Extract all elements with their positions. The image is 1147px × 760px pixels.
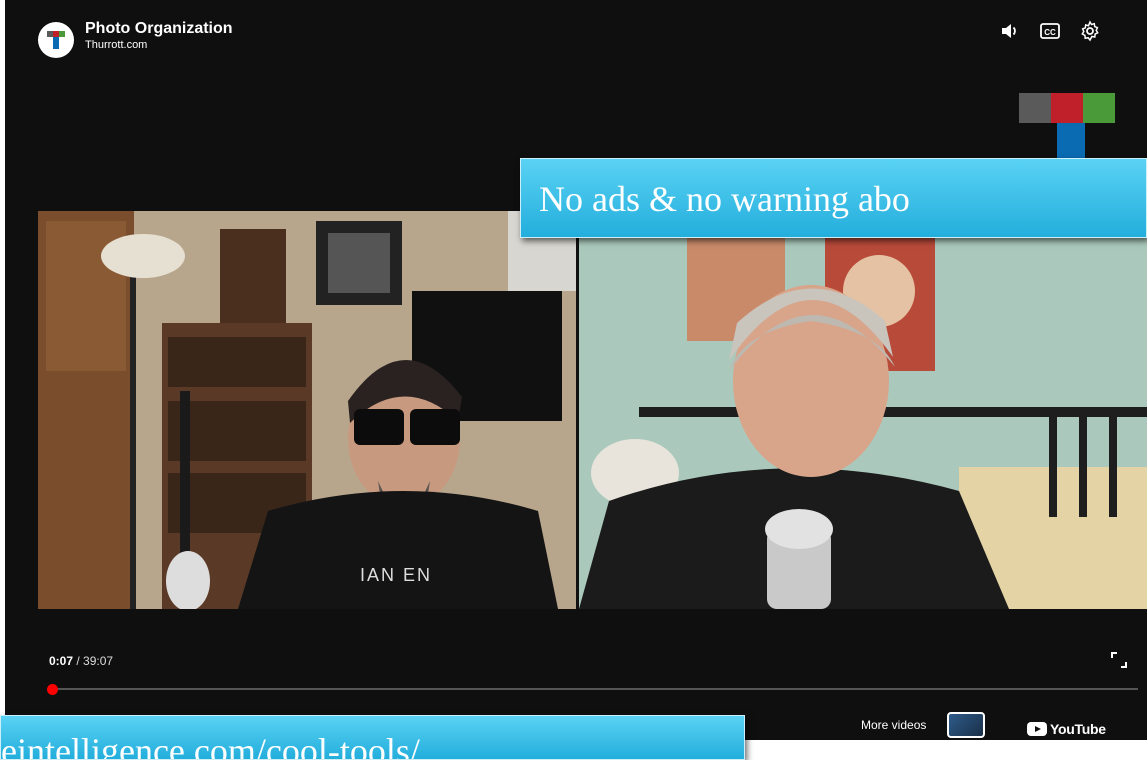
overlay-callout-bottom: eintelligence.com/cool-tools/ [0, 715, 745, 760]
volume-icon[interactable] [999, 20, 1021, 42]
video-frame[interactable]: IAN EN [38, 211, 1147, 609]
channel-name[interactable]: Thurrott.com [85, 39, 147, 51]
channel-avatar[interactable] [38, 22, 74, 58]
shirt-text: IAN EN [360, 565, 433, 585]
fullscreen-icon[interactable] [1109, 650, 1129, 670]
youtube-play-icon [1027, 721, 1047, 736]
participant-left: IAN EN [38, 211, 576, 609]
current-time: 0:07 [49, 654, 74, 668]
youtube-logo[interactable]: YouTube [1027, 720, 1106, 738]
more-videos-label[interactable]: More videos [861, 718, 926, 732]
video-player[interactable]: Photo Organization Thurrott.com CC IAN E… [5, 0, 1147, 740]
time-readout: 0:07 / 39:07 [49, 654, 113, 668]
duration: 39:07 [83, 654, 114, 668]
logo-stem [1057, 123, 1085, 159]
participant-right [579, 211, 1147, 609]
svg-text:CC: CC [1044, 28, 1056, 37]
logo-green-block [1083, 93, 1115, 123]
captions-icon[interactable]: CC [1039, 20, 1061, 42]
logo-red-block [1051, 93, 1083, 123]
thurrott-logo-icon [47, 31, 65, 49]
overlay-callout-top: No ads & no warning abo [520, 158, 1147, 238]
video-title[interactable]: Photo Organization [85, 20, 233, 38]
youtube-wordmark: YouTube [1050, 720, 1106, 737]
scrubber-handle[interactable] [46, 684, 58, 695]
logo-gray-block [1019, 93, 1051, 123]
time-separator: / [73, 654, 84, 668]
progress-bar[interactable] [49, 688, 1138, 690]
settings-icon[interactable] [1079, 20, 1101, 42]
more-videos-thumbnail[interactable] [947, 712, 985, 738]
